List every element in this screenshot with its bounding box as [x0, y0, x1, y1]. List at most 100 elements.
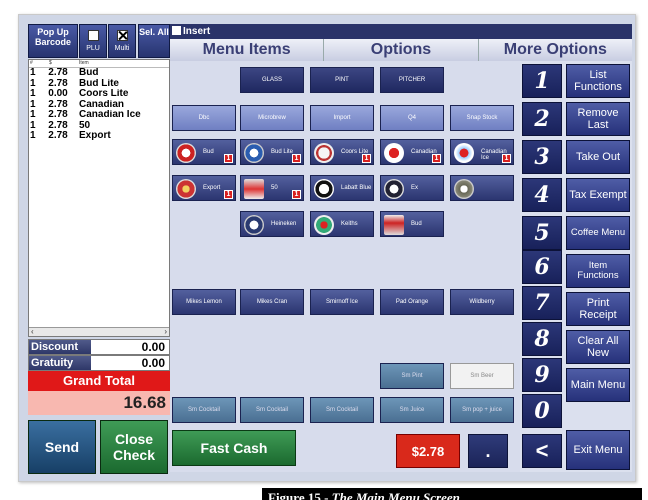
snap-stock-button[interactable]: Snap Stock: [450, 105, 514, 131]
key-6[interactable]: 6: [522, 250, 562, 284]
plu-checkbox[interactable]: [87, 30, 99, 41]
count-badge: 1: [224, 154, 233, 163]
ticket-list[interactable]: # $ Item 1 2.78 Bud 1 2.78 Bud Lite 1 0.00 Coors…: [28, 59, 170, 337]
bud-bottle-button[interactable]: Bud: [380, 211, 444, 237]
smirnoff-ice-button[interactable]: Smirnoff Ice: [310, 289, 374, 315]
sm-beer-button[interactable]: Sm Beer: [450, 363, 514, 389]
multi-label: Multi: [114, 45, 130, 52]
ex-label: Ex: [411, 185, 419, 191]
pint-button[interactable]: PINT: [310, 67, 374, 93]
plu-toggle[interactable]: PLU: [79, 24, 107, 58]
wildberry-button[interactable]: Wildberry: [450, 289, 514, 315]
count-badge: 1: [224, 190, 233, 199]
item-header: Item: [79, 60, 89, 66]
list-functions-button[interactable]: List Functions: [566, 64, 630, 98]
ticket-price: 2.78: [48, 67, 68, 78]
main-menu-button[interactable]: Main Menu: [566, 368, 630, 402]
print-receipt-button[interactable]: Print Receipt: [566, 292, 630, 326]
insert-toggle[interactable]: Insert: [172, 26, 210, 37]
key-2[interactable]: 2: [522, 102, 562, 136]
sm-juice-button[interactable]: Sm Juice: [380, 397, 444, 423]
select-all-button[interactable]: Sel. All: [138, 24, 170, 58]
insert-label: Insert: [183, 26, 211, 37]
bud-lite-button[interactable]: Bud Lite 1: [240, 139, 304, 165]
bud-button[interactable]: Bud 1: [172, 139, 236, 165]
sm-pint-button[interactable]: Sm Pint: [380, 363, 444, 389]
glass-button[interactable]: GLASS: [240, 67, 304, 93]
fifty-button[interactable]: 50 1: [240, 175, 304, 201]
tab-menu-items[interactable]: Menu Items: [170, 39, 325, 61]
ticket-qty: 1: [30, 130, 36, 141]
fifty-logo-icon: [244, 179, 264, 199]
key-1[interactable]: 1: [522, 64, 562, 98]
q4-button[interactable]: Q4: [380, 105, 444, 131]
microbrew-button[interactable]: Microbrew: [240, 105, 304, 131]
ticket-qty: 1: [30, 109, 36, 120]
clear-all-new-button[interactable]: Clear All New: [566, 330, 630, 364]
coffee-menu-button[interactable]: Coffee Menu: [566, 216, 630, 250]
ticket-row[interactable]: 1 2.78 Export: [29, 130, 169, 142]
insert-checkbox[interactable]: [172, 26, 181, 35]
backspace-key[interactable]: <: [522, 434, 562, 468]
key-8[interactable]: 8: [522, 322, 562, 356]
export-label: Export: [203, 185, 221, 191]
fast-cash-button[interactable]: Fast Cash: [172, 430, 296, 466]
export-button[interactable]: Export 1: [172, 175, 236, 201]
key-3[interactable]: 3: [522, 140, 562, 174]
ticket-row[interactable]: 1 2.78 Canadian Ice: [29, 109, 169, 121]
key-0[interactable]: 0: [522, 394, 562, 428]
decimal-button[interactable]: .: [468, 434, 508, 468]
heineken-button[interactable]: Heineken: [240, 211, 304, 237]
labatt-blue-label: Labatt Blue: [341, 185, 372, 191]
key-4[interactable]: 4: [522, 178, 562, 212]
canadian-ice-button[interactable]: Canadian Ice 1: [450, 139, 514, 165]
count-badge: 1: [292, 154, 301, 163]
popup-barcode-button[interactable]: Pop Up Barcode: [28, 24, 78, 58]
keiths-button[interactable]: Keiths: [310, 211, 374, 237]
ticket-row[interactable]: 1 0.00 Coors Lite: [29, 88, 169, 100]
close-check-button[interactable]: Close Check: [100, 420, 168, 474]
scroll-right-icon[interactable]: ›: [164, 327, 167, 336]
ticket-row[interactable]: 1 2.78 Bud: [29, 67, 169, 79]
take-out-button[interactable]: Take Out: [566, 140, 630, 174]
send-button[interactable]: Send: [28, 420, 96, 474]
caption-prefix: Figure 15 -: [268, 490, 332, 500]
pitcher-button[interactable]: PITCHER: [380, 67, 444, 93]
extra-beer-button[interactable]: [450, 175, 514, 201]
sm-pop-juice-button[interactable]: Sm pop + juice: [450, 397, 514, 423]
select-all-label: Sel. All: [139, 27, 169, 37]
import-button[interactable]: Import: [310, 105, 374, 131]
multi-checkbox[interactable]: [116, 30, 128, 41]
key-9[interactable]: 9: [522, 358, 562, 392]
tax-exempt-button[interactable]: Tax Exempt: [566, 178, 630, 212]
multi-toggle[interactable]: Multi: [108, 24, 136, 58]
scroll-left-icon[interactable]: ‹: [31, 327, 34, 336]
ticket-item-name: Bud: [79, 68, 99, 78]
labatt-blue-button[interactable]: Labatt Blue: [310, 175, 374, 201]
pad-orange-button[interactable]: Pad Orange: [380, 289, 444, 315]
sm-cocktail-button-3[interactable]: Sm Cocktail: [310, 397, 374, 423]
dbc-button[interactable]: Dbc: [172, 105, 236, 131]
key-7[interactable]: 7: [522, 286, 562, 320]
ex-button[interactable]: Ex: [380, 175, 444, 201]
canadian-button[interactable]: Canadian 1: [380, 139, 444, 165]
fifty-label: 50: [271, 185, 278, 191]
item-functions-button[interactable]: Item Functions: [566, 254, 630, 288]
mikes-lemon-button[interactable]: Mikes Lemon: [172, 289, 236, 315]
caption-title: The Main Menu Screen: [331, 490, 460, 500]
tab-options[interactable]: Options: [324, 39, 479, 61]
remove-last-button[interactable]: Remove Last: [566, 102, 630, 136]
ticket-item-name: Coors Lite: [79, 89, 129, 99]
sm-cocktail-button-2[interactable]: Sm Cocktail: [240, 397, 304, 423]
mikes-cran-button[interactable]: Mikes Cran: [240, 289, 304, 315]
key-5[interactable]: 5: [522, 216, 562, 250]
horizontal-scrollbar[interactable]: ‹ ›: [29, 327, 169, 336]
sm-cocktail-button-1[interactable]: Sm Cocktail: [172, 397, 236, 423]
coors-lite-button[interactable]: Coors Lite 1: [310, 139, 374, 165]
tab-more-options[interactable]: More Options: [478, 39, 632, 61]
exit-menu-button[interactable]: Exit Menu: [566, 430, 630, 470]
price-display: $2.78: [396, 434, 460, 468]
gratuity-value: 0.00: [141, 356, 165, 370]
ticket-item-name: Canadian Ice: [79, 110, 141, 120]
ticket-price: 2.78: [48, 109, 68, 120]
